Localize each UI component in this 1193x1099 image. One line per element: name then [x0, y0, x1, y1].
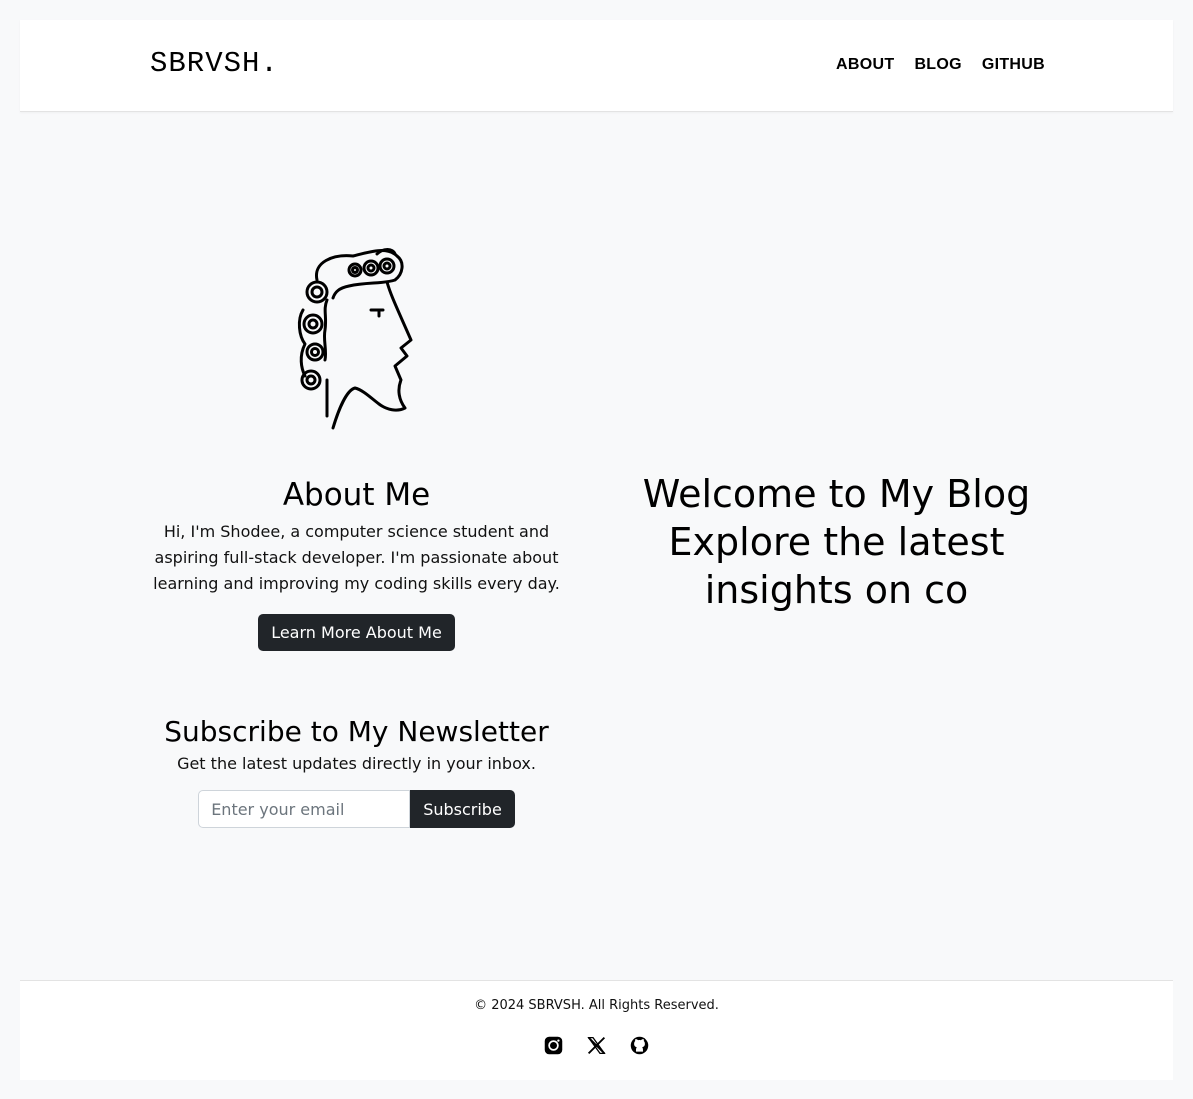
navbar: SBRVSH. ABOUT BLOG GITHUB: [20, 20, 1173, 112]
avatar-illustration: [297, 248, 412, 430]
page-frame: SBRVSH. ABOUT BLOG GITHUB About Me Hi, I…: [20, 20, 1173, 1080]
brand-logo[interactable]: SBRVSH.: [150, 47, 279, 80]
footer: © 2024 SBRVSH. All Rights Reserved.: [20, 980, 1173, 1080]
newsletter-subtitle: Get the latest updates directly in your …: [177, 754, 536, 773]
newsletter-title: Subscribe to My Newsletter: [164, 715, 549, 748]
newsletter-form: Subscribe: [150, 790, 563, 828]
about-text: Hi, I'm Shodee, a computer science stude…: [153, 522, 560, 593]
about-title: About Me: [282, 477, 431, 513]
social-links: [20, 1035, 1173, 1056]
email-input[interactable]: [198, 790, 411, 828]
welcome-heading: Welcome to My Blog Explore the latest in…: [642, 472, 1031, 612]
nav-links: ABOUT BLOG GITHUB: [836, 56, 1045, 74]
nav-blog-link[interactable]: BLOG: [914, 56, 961, 74]
github-icon[interactable]: [629, 1035, 650, 1056]
learn-more-button[interactable]: Learn More About Me: [258, 614, 455, 651]
instagram-icon[interactable]: [543, 1035, 564, 1056]
about-section: About Me Hi, I'm Shodee, a computer scie…: [150, 240, 563, 828]
subscribe-button[interactable]: Subscribe: [410, 790, 515, 828]
x-icon[interactable]: [586, 1035, 607, 1056]
nav-about-link[interactable]: ABOUT: [836, 56, 894, 74]
nav-github-link[interactable]: GITHUB: [982, 56, 1045, 74]
copyright-text: © 2024 SBRVSH. All Rights Reserved.: [474, 998, 719, 1013]
